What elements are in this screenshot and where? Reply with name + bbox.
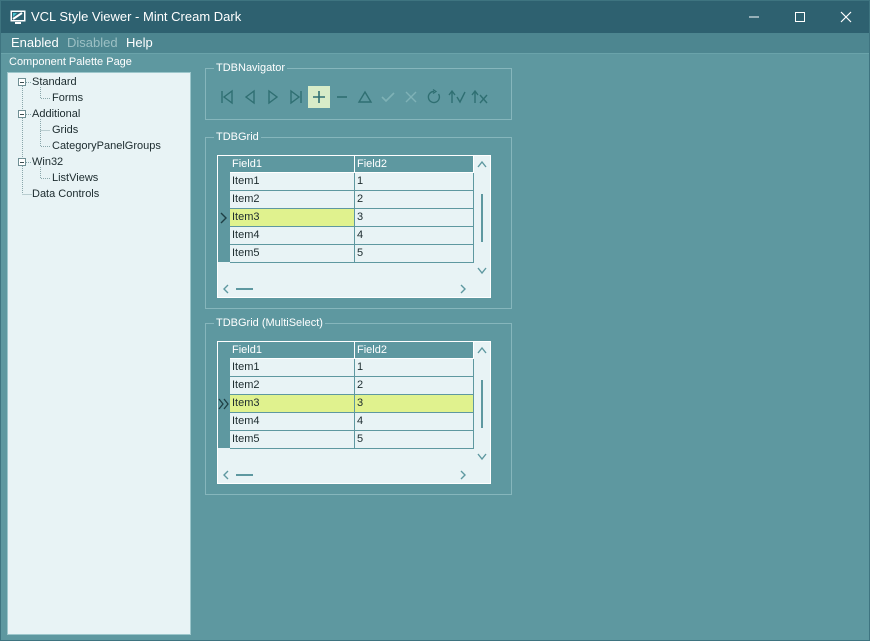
grid-vertical-scrollbar[interactable] [474,156,490,280]
horizontal-scrollbar-graphic [223,284,466,294]
nav-first-button[interactable] [216,86,238,108]
maximize-icon [795,12,805,22]
app-icon [10,10,26,24]
nav-post-button[interactable] [377,86,399,108]
title-bar[interactable]: VCL Style Viewer - Mint Cream Dark [1,1,869,33]
tree-item-categorypanelgroups[interactable]: CategoryPanelGroups [52,140,161,152]
last-icon [290,89,302,105]
nav-cancel-button[interactable] [400,86,422,108]
arrow-right-icon [220,212,227,224]
component-palette-label: Component Palette Page [9,56,132,68]
grid-cell[interactable]: 4 [355,413,474,431]
tree-item-standard[interactable]: Standard [32,76,77,88]
menu-enabled[interactable]: Enabled [11,35,59,50]
dbgrid-multiselect[interactable]: Field1 Field2 Item1 1 Item2 2 Item3 3 It… [217,341,491,484]
nav-last-button[interactable] [285,86,307,108]
tree-expander-additional[interactable] [18,110,26,118]
grid-header-field2[interactable]: Field2 [355,342,474,359]
scrollbar-corner [474,280,490,297]
grid-cell[interactable]: 2 [355,377,474,395]
tree-item-data-controls[interactable]: Data Controls [32,188,99,200]
grid-cell-selected[interactable]: Item3 [230,395,355,413]
grid-cell[interactable]: 4 [355,227,474,245]
grid-multiselect-group-title: TDBGrid (MultiSelect) [214,317,325,329]
tree-expander-win32[interactable] [18,158,26,166]
refresh-icon [427,89,441,104]
grid-cell[interactable]: Item2 [230,377,355,395]
tree-item-additional[interactable]: Additional [32,108,80,120]
tree-item-listviews[interactable]: ListViews [52,172,98,184]
post-icon [381,92,395,103]
grid-cell[interactable]: Item5 [230,431,355,449]
grid-cell[interactable]: Item1 [230,359,355,377]
menu-disabled[interactable]: Disabled [67,35,118,50]
scrollbar-corner [474,466,490,483]
prior-icon [244,89,255,105]
current-row-indicator [218,209,230,227]
grid-cell[interactable]: 2 [355,191,474,209]
grid-cell-selected[interactable]: Item3 [230,209,355,227]
nav-prior-button[interactable] [239,86,261,108]
grid-cell[interactable]: Item5 [230,245,355,263]
horizontal-scrollbar-graphic [223,470,466,480]
apply-updates-icon [448,89,466,104]
navigator-group-title: TDBNavigator [214,62,288,74]
dbgrid[interactable]: Field1 Field2 Item1 1 Item2 2 Item3 3 It… [217,155,491,298]
tree-item-grids[interactable]: Grids [52,124,78,136]
next-icon [268,89,279,105]
minimize-icon [749,16,759,18]
edit-icon [357,90,373,103]
grid-header-field1[interactable]: Field1 [230,156,355,173]
grid-cell[interactable]: 1 [355,173,474,191]
grid-cell[interactable]: Item4 [230,227,355,245]
window-title: VCL Style Viewer - Mint Cream Dark [31,9,242,24]
cancel-icon [405,91,417,103]
nav-cancel-updates-button[interactable] [469,86,491,108]
delete-icon [337,96,347,98]
tree-item-forms[interactable]: Forms [52,92,83,104]
nav-apply-updates-button[interactable] [446,86,468,108]
grid-cell[interactable]: Item4 [230,413,355,431]
grid-header-field1[interactable]: Field1 [230,342,355,359]
grid-cell[interactable]: 1 [355,359,474,377]
tree-expander-standard[interactable] [18,78,26,86]
grid-header-field2[interactable]: Field2 [355,156,474,173]
grid-cell[interactable]: 3 [355,209,474,227]
menu-bar: Enabled Disabled Help [1,33,869,54]
grid-horizontal-scrollbar[interactable] [218,466,490,483]
maximize-button[interactable] [777,1,823,33]
main-window: VCL Style Viewer - Mint Cream Dark Enabl… [0,0,870,641]
close-icon [840,11,852,23]
tree-item-win32[interactable]: Win32 [32,156,63,168]
minimize-button[interactable] [731,1,777,33]
vertical-scrollbar-graphic [477,346,487,461]
grid-vertical-scrollbar[interactable] [474,342,490,466]
insert-icon [313,91,325,103]
nav-edit-button[interactable] [354,86,376,108]
cancel-updates-icon [471,89,488,104]
close-button[interactable] [823,1,869,33]
nav-refresh-button[interactable] [423,86,445,108]
grid-cell[interactable]: Item2 [230,191,355,209]
nav-next-button[interactable] [262,86,284,108]
grid-group-title: TDBGrid [214,131,261,143]
double-arrow-right-icon [218,398,229,410]
nav-insert-button[interactable] [308,86,330,108]
current-row-indicator [218,395,230,413]
menu-help[interactable]: Help [126,35,153,50]
grid-cell-selected[interactable]: 3 [355,395,474,413]
grid-horizontal-scrollbar[interactable] [218,280,490,297]
nav-delete-button[interactable] [331,86,353,108]
first-icon [221,89,233,105]
component-tree[interactable]: Standard Forms Additional Grids Category… [7,72,191,635]
vertical-scrollbar-graphic [477,160,487,275]
grid-cell[interactable]: 5 [355,245,474,263]
grid-cell[interactable]: Item1 [230,173,355,191]
grid-cell[interactable]: 5 [355,431,474,449]
